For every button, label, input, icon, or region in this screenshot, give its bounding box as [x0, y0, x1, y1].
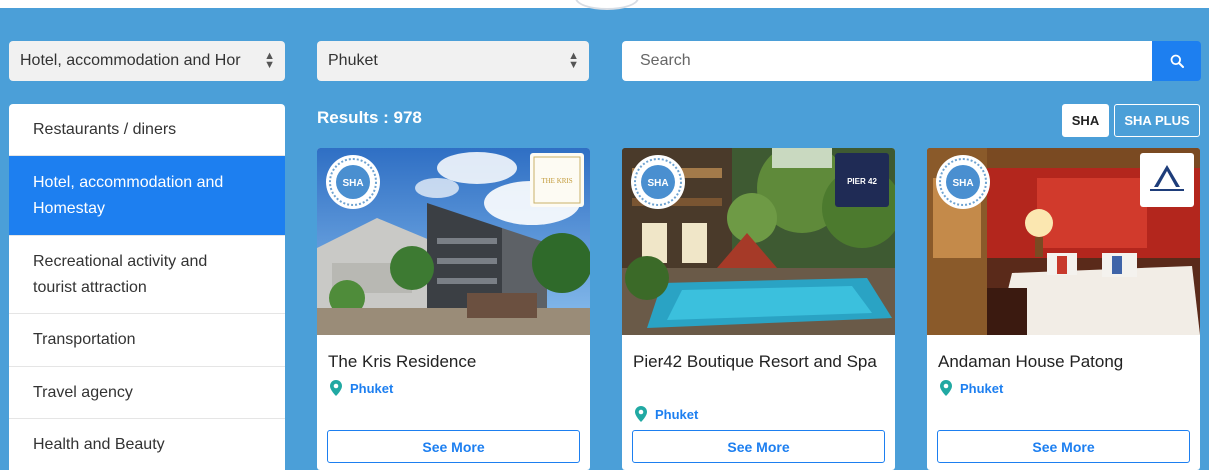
location-pin-icon: [635, 406, 647, 422]
sha-badge: SHA: [630, 154, 686, 215]
listing-name[interactable]: Andaman House Patong: [938, 348, 1188, 375]
sidebar-item-label: Recreational activity and tourist attrac…: [33, 252, 208, 296]
select-arrows-icon: ▲ ▼: [264, 50, 275, 71]
listing-name[interactable]: The Kris Residence: [328, 348, 578, 375]
location-label: Phuket: [960, 380, 1004, 396]
partner-logo: [1140, 153, 1194, 207]
partner-logo: PIER 42: [835, 153, 889, 207]
search-input[interactable]: [622, 41, 1152, 81]
svg-text:PIER 42: PIER 42: [847, 177, 877, 186]
sidebar-item-label: Transportation: [33, 331, 136, 348]
svg-text:SHA: SHA: [342, 178, 363, 189]
svg-text:THE KRIS: THE KRIS: [541, 177, 572, 185]
search-button[interactable]: [1152, 41, 1201, 81]
header-strip: [0, 0, 1209, 10]
location-pin-icon: [940, 380, 952, 396]
category-select-value: Hotel, accommodation and Hor: [20, 52, 241, 69]
sidebar-item-transportation[interactable]: Transportation: [9, 314, 285, 367]
location-label: Phuket: [655, 406, 699, 422]
sha-plus-filter-button[interactable]: SHA PLUS: [1114, 104, 1200, 137]
listing-photo: SHA PIER 42: [622, 148, 895, 335]
category-sidebar: Restaurants / diners Hotel, accommodatio…: [9, 104, 285, 470]
see-more-button[interactable]: See More: [937, 430, 1190, 463]
svg-text:SHA: SHA: [647, 178, 668, 189]
select-arrows-icon: ▲ ▼: [568, 50, 579, 71]
listing-name[interactable]: Pier42 Boutique Resort and Spa: [633, 348, 883, 375]
svg-text:SHA: SHA: [952, 178, 973, 189]
sidebar-item-label: Health and Beauty: [33, 436, 165, 453]
search-bar: [622, 41, 1201, 81]
see-more-button[interactable]: See More: [632, 430, 885, 463]
sidebar-item-health-beauty[interactable]: Health and Beauty: [9, 419, 285, 470]
partner-logo: THE KRIS: [530, 153, 584, 207]
listing-photo: SHA: [927, 148, 1200, 335]
listing-photo: SHA THE KRIS: [317, 148, 590, 335]
province-select[interactable]: Phuket ▲ ▼: [317, 41, 589, 81]
logo-edge: [575, 0, 639, 10]
search-icon: [1170, 54, 1184, 68]
sidebar-item-recreation[interactable]: Recreational activity and tourist attrac…: [9, 236, 285, 314]
sidebar-item-restaurants[interactable]: Restaurants / diners: [9, 104, 285, 156]
results-count: Results : 978: [317, 108, 422, 127]
sidebar-item-label: Hotel, accommodation and Homestay: [33, 173, 224, 217]
location-pin-icon: [330, 380, 342, 396]
listing-card[interactable]: SHA Andaman House Patong Phuket See More: [927, 148, 1200, 470]
sha-filter-button[interactable]: SHA: [1062, 104, 1109, 137]
location-label: Phuket: [350, 380, 394, 396]
listing-location: Phuket: [940, 380, 1003, 396]
category-select[interactable]: Hotel, accommodation and Hor ▲ ▼: [9, 41, 285, 81]
see-more-button[interactable]: See More: [327, 430, 580, 463]
sha-badge: SHA: [325, 154, 381, 215]
sidebar-item-hotel[interactable]: Hotel, accommodation and Homestay: [9, 156, 285, 236]
province-select-value: Phuket: [328, 52, 378, 69]
listing-card[interactable]: SHA PIER 42 Pier42 Boutique Resort and S…: [622, 148, 895, 470]
sidebar-item-travel-agency[interactable]: Travel agency: [9, 367, 285, 419]
sidebar-item-label: Restaurants / diners: [33, 120, 177, 138]
sidebar-item-label: Travel agency: [33, 383, 133, 401]
listing-location: Phuket: [330, 380, 393, 396]
sha-badge: SHA: [935, 154, 991, 215]
listing-location: Phuket: [635, 406, 698, 422]
listing-card[interactable]: SHA THE KRIS The Kris Residence Phuket S…: [317, 148, 590, 470]
